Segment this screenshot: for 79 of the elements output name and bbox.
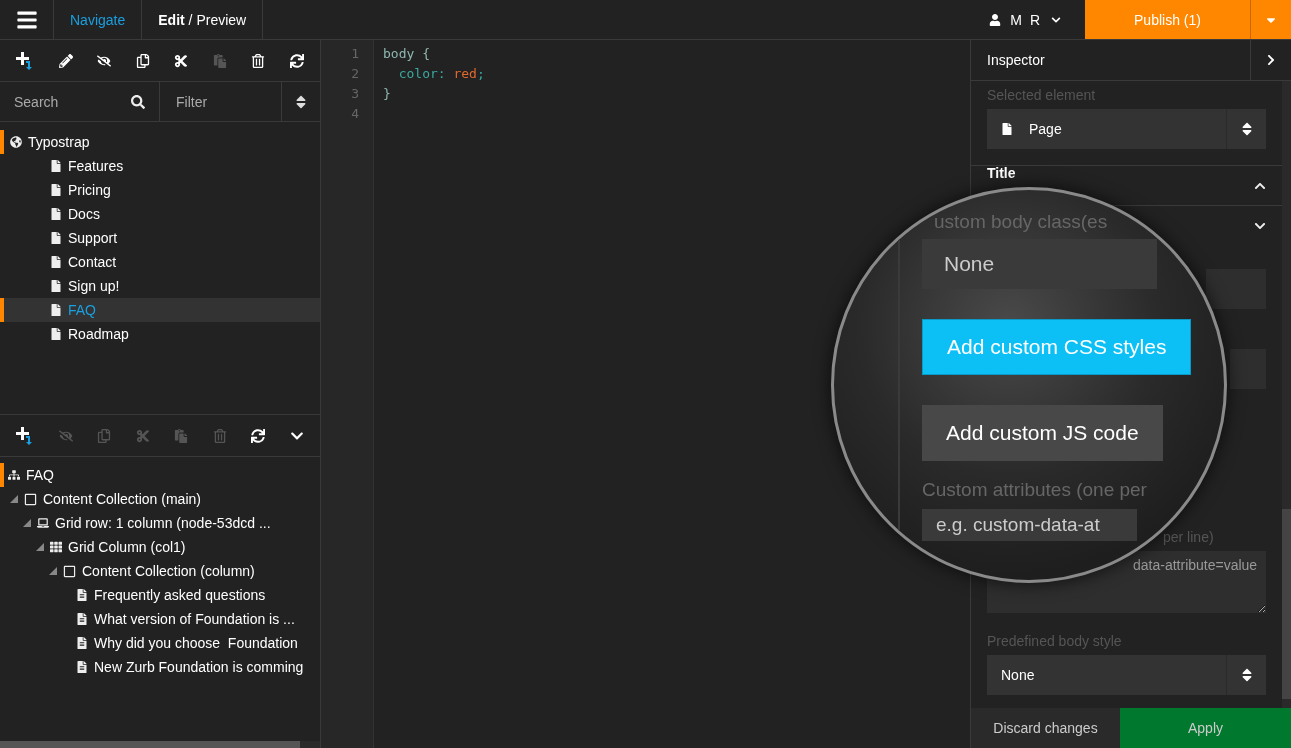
tree-item[interactable]: New Zurb Foundation is comming [0,655,320,679]
file-icon [50,184,62,196]
laptop-icon [37,517,49,529]
file-icon [1001,123,1013,135]
code-line: color: red; [397,66,485,83]
line-number: 2 [350,66,360,83]
copy-icon [97,428,112,443]
tree-item[interactable]: Pricing [0,178,320,202]
trash-icon [212,428,227,443]
refresh-icon [289,53,304,68]
document-icon [76,637,88,649]
custom-code-button[interactable]: Add custom JS code [922,405,1163,461]
user-icon [989,13,1002,26]
element-select[interactable]: Page [987,109,1266,149]
tree-item[interactable]: FAQ [0,298,320,322]
globe-icon [10,136,22,148]
body-style-select[interactable]: None [987,655,1266,695]
line-number: 3 [350,86,360,103]
grid-icon [50,541,62,553]
tree-item[interactable]: Why did you choose Foundation [0,631,320,655]
tree-item[interactable]: Roadmap [0,322,320,346]
document-icon [76,613,88,625]
tree-item[interactable]: FAQ [0,463,320,487]
sitemap-icon [8,469,20,481]
input-field[interactable] [1206,269,1266,309]
tree-item[interactable]: Grid Column (col1) [0,535,320,559]
scissors-icon [135,428,150,443]
file-icon [50,256,62,268]
panel-title: Inspector [986,51,1046,70]
paste-icon [212,53,227,68]
file-icon [50,328,62,340]
file-icon [50,160,62,172]
scissors-icon [174,53,189,68]
code-line: body { [383,46,430,63]
eye-slash-icon [58,428,73,443]
class-field[interactable]: None [922,239,1157,289]
expand-triangle-icon[interactable] [23,519,31,527]
document-icon [76,661,88,673]
search-icon [131,94,145,109]
tree-item[interactable]: Features [0,154,320,178]
tree-item[interactable]: Sign up! [0,274,320,298]
file-icon [50,208,62,220]
chevron-down-icon [1051,14,1061,25]
pencil-icon [58,53,73,68]
plus-arrow-icon [16,51,35,70]
refresh-icon [251,428,266,443]
line-number: 4 [350,106,360,123]
tree-item[interactable]: Grid row: 1 column (node-53dcd ... [0,511,320,535]
scrollbar-thumb[interactable] [1282,509,1291,699]
search-field[interactable]: Search [0,82,131,121]
tree-item[interactable]: Docs [0,202,320,226]
file-icon [50,280,62,292]
apply-button[interactable]: Apply [1120,708,1291,748]
tree-item[interactable]: Content Collection (column) [0,559,320,583]
attributes-field[interactable]: e.g. custom-data-at [922,509,1137,541]
field-label: Custom attributes (one per [922,479,1147,501]
copy-icon [135,53,150,68]
discard-button[interactable]: Discard changes [971,708,1120,748]
chevron-right-icon [1265,54,1277,66]
file-icon [50,304,62,316]
tree-item[interactable]: What version of Foundation is ... [0,607,320,631]
expand-triangle-icon[interactable] [49,567,57,575]
tree-item[interactable]: Typostrap [0,130,320,154]
tree-item[interactable]: Content Collection (main) [0,487,320,511]
trash-icon [251,53,266,68]
tree-item[interactable]: Frequently asked questions [0,583,320,607]
filter-field[interactable]: Filter [160,82,282,121]
expand-triangle-icon[interactable] [36,543,44,551]
paste-icon [174,428,189,443]
plus-arrow-icon [16,426,35,445]
line-number: 1 [350,46,360,63]
document-icon [76,589,88,601]
tree-item[interactable]: Contact [0,250,320,274]
tree-item[interactable]: Support [0,226,320,250]
code-line: } [383,86,391,103]
file-icon [50,232,62,244]
section-title: Title [987,164,1016,181]
expand-triangle-icon[interactable] [10,495,18,503]
eye-slash-icon [97,53,112,68]
